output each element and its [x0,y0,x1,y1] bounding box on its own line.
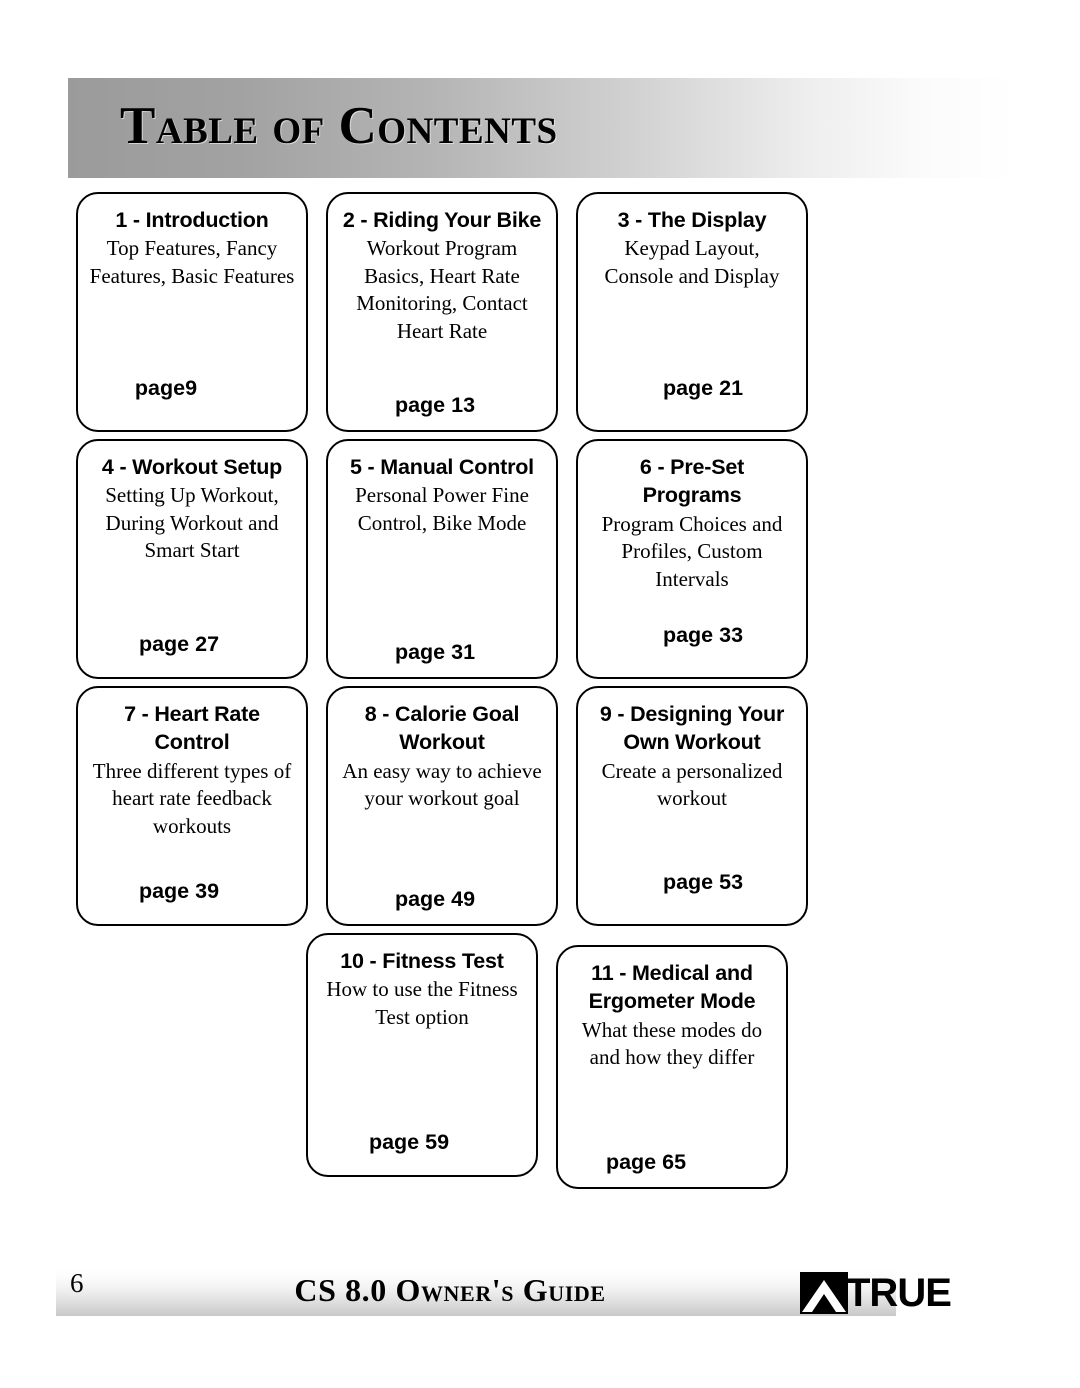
toc-card-description: Program Choices and Profiles, Custom Int… [601,511,783,591]
toc-card-2[interactable]: 2 - Riding Your Bike Workout Program Bas… [326,192,558,432]
toc-card-page-label: page 33 [662,623,744,647]
page-title: Table of Contents [120,97,558,155]
toc-card-description: Workout Program Basics, Heart Rate Monit… [356,236,528,343]
contents-row: 4 - Workout Setup Setting Up Workout, Du… [76,439,1006,679]
toc-card-10[interactable]: 10 - Fitness Test How to use the Fitness… [306,933,538,1177]
toc-card-description: An easy way to achieve your workout goal [342,758,542,811]
toc-card-description: Personal Power Fine Control, Bike Mode [355,483,529,535]
toc-card-title: 11 - Medical and Ergometer Mode [588,961,756,1014]
toc-card-title: 4 - Workout Setup [101,455,283,479]
toc-card-1[interactable]: 1 - Introduction Top Features, Fancy Fea… [76,192,308,432]
toc-card-description: Keypad Layout, Console and Display [604,236,780,288]
contents-grid: 1 - Introduction Top Features, Fancy Fea… [76,192,1006,1196]
toc-card-description: Top Features, Fancy Features, Basic Feat… [89,236,295,288]
footer-guide-title: CS 8.0 Owner's Guide [294,1272,606,1308]
toc-card-page-label: page 31 [394,640,476,664]
toc-card-3[interactable]: 3 - The Display Keypad Layout, Console a… [576,192,808,432]
toc-card-title: 9 - Designing Your Own Workout [599,702,785,755]
contents-row: 10 - Fitness Test How to use the Fitness… [76,933,1006,1189]
toc-card-4[interactable]: 4 - Workout Setup Setting Up Workout, Du… [76,439,308,679]
toc-card-8[interactable]: 8 - Calorie Goal Workout An easy way to … [326,686,558,926]
toc-card-page-label: page 49 [394,887,476,911]
toc-card-title: 1 - Introduction [115,208,269,232]
toc-card-page-label: page 65 [605,1150,687,1174]
true-brand-logo: TRUE [800,1271,952,1315]
toc-card-page-label: page 59 [368,1130,450,1154]
toc-card-6[interactable]: 6 - Pre-Set Programs Program Choices and… [576,439,808,679]
toc-card-title: 6 - Pre-Set Programs [639,455,745,508]
toc-card-description: What these modes do and how they differ [581,1017,763,1070]
toc-card-title: 8 - Calorie Goal Workout [364,702,520,755]
toc-card-11[interactable]: 11 - Medical and Ergometer Mode What the… [556,945,788,1189]
toc-card-9[interactable]: 9 - Designing Your Own Workout Create a … [576,686,808,926]
toc-card-title: 3 - The Display [617,208,767,232]
toc-card-description: Three different types of heart rate feed… [92,758,292,838]
toc-card-title: 7 - Heart Rate Control [124,702,260,755]
true-arch-icon [800,1272,848,1314]
toc-card-page-label: page 39 [138,879,220,903]
toc-card-title: 2 - Riding Your Bike [342,208,542,232]
toc-card-description: How to use the Fitness Test option [326,977,518,1029]
toc-card-page-label: page 13 [394,393,476,417]
toc-card-description: Create a personalized workout [601,758,783,811]
contents-row: 1 - Introduction Top Features, Fancy Fea… [76,192,1006,432]
footer-page-number: 6 [70,1268,84,1298]
toc-card-page-label: page 21 [662,376,744,400]
toc-card-title: 10 - Fitness Test [340,949,504,973]
contents-row: 7 - Heart Rate Control Three different t… [76,686,1006,926]
toc-card-description: Setting Up Workout, During Workout and S… [105,483,279,563]
true-wordmark: TRUE [846,1271,952,1315]
toc-card-page-label: page 53 [662,870,744,894]
toc-card-5[interactable]: 5 - Manual Control Personal Power Fine C… [326,439,558,679]
toc-card-page-label: page9 [134,376,198,400]
toc-card-page-label: page 27 [138,632,220,656]
toc-card-7[interactable]: 7 - Heart Rate Control Three different t… [76,686,308,926]
toc-card-title: 5 - Manual Control [350,455,534,479]
